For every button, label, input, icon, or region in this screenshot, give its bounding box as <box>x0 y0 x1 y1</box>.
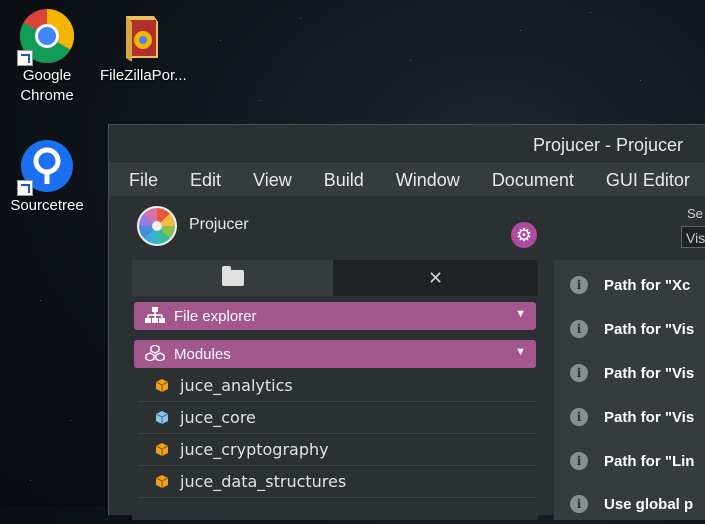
section-label: File explorer <box>174 307 257 325</box>
settings-row-label: Path for "Lin <box>604 452 695 470</box>
projucer-logo-icon <box>137 206 177 246</box>
folder-icon <box>221 266 244 286</box>
project-header: Projucer ⚙ Se Vis <box>109 196 705 256</box>
sourcetree-icon <box>17 138 75 196</box>
chrome-icon <box>17 8 75 66</box>
project-name: Projucer <box>189 216 249 233</box>
info-icon: i <box>570 452 588 470</box>
module-cube-icon <box>155 442 169 456</box>
menu-file[interactable]: File <box>109 170 174 191</box>
menu-edit[interactable]: Edit <box>174 170 237 191</box>
settings-row-label: Path for "Vis <box>604 320 695 338</box>
module-name: juce_cryptography <box>180 440 329 459</box>
desktop-icon-sourcetree[interactable]: Sourcetree <box>5 138 89 216</box>
list-item[interactable]: juce_core <box>138 402 536 434</box>
info-icon: i <box>570 495 588 513</box>
shortcut-arrow-icon <box>17 50 33 66</box>
exporter-selector[interactable]: Vis <box>681 226 705 248</box>
settings-row[interactable]: i Path for "Vis <box>554 309 705 349</box>
menu-gui-editor[interactable]: GUI Editor <box>590 170 705 191</box>
module-name: juce_data_structures <box>180 472 347 491</box>
project-settings-gear-icon[interactable]: ⚙ <box>511 222 537 248</box>
desktop-icon-label: Sourcetree <box>10 197 84 214</box>
desktop-icon-label: Google <box>22 67 72 84</box>
desktop-icon-label: FileZillaPor... <box>100 67 187 84</box>
module-cube-icon <box>155 410 169 424</box>
module-name: juce_analytics <box>180 376 293 395</box>
settings-row[interactable]: i Path for "Xc <box>554 265 705 305</box>
list-item[interactable]: juce_data_structures <box>138 466 536 498</box>
desktop-icon-filezilla[interactable]: FileZillaPor... <box>100 8 187 86</box>
global-paths-panel: i Path for "Xc i Path for "Vis i Path fo… <box>554 260 705 520</box>
chevron-down-icon: ▼ <box>515 308 526 320</box>
module-list: juce_analytics juce_core juce_cryptograp… <box>138 370 536 498</box>
tab-files[interactable] <box>132 260 333 296</box>
section-modules[interactable]: Modules ▼ <box>134 340 536 368</box>
list-item[interactable]: juce_cryptography <box>138 434 536 466</box>
settings-row[interactable]: i Use global p <box>554 484 705 524</box>
module-cube-icon <box>155 474 169 488</box>
shortcut-arrow-icon <box>17 180 33 196</box>
menu-build[interactable]: Build <box>308 170 380 191</box>
settings-row-label: Path for "Vis <box>604 364 695 382</box>
menu-document[interactable]: Document <box>476 170 590 191</box>
section-label: Modules <box>174 345 231 363</box>
settings-row[interactable]: i Path for "Vis <box>554 397 705 437</box>
desktop-icon-label: Chrome <box>20 87 74 104</box>
project-sidebar: ✕ File explorer ▼ Modules ▼ juce_analyti… <box>132 260 538 520</box>
module-name: juce_core <box>180 408 256 427</box>
chevron-down-icon: ▼ <box>515 346 526 358</box>
settings-row-label: Path for "Vis <box>604 408 695 426</box>
folder-chrome-icon <box>114 8 170 64</box>
exporter-selector-label: Se <box>687 206 703 221</box>
info-icon: i <box>570 364 588 382</box>
title-bar[interactable]: Projucer - Projucer <box>109 125 705 163</box>
window-title: Projucer - Projucer <box>533 135 684 155</box>
tools-icon: ✕ <box>427 267 444 288</box>
settings-row[interactable]: i Path for "Vis <box>554 353 705 393</box>
desktop-icon-google-chrome[interactable]: Google Chrome <box>5 8 89 106</box>
menu-bar: File Edit View Build Window Document GUI… <box>109 163 705 196</box>
info-icon: i <box>570 320 588 338</box>
menu-view[interactable]: View <box>237 170 308 191</box>
modules-icon <box>144 343 166 364</box>
module-cube-icon <box>155 378 169 392</box>
menu-window[interactable]: Window <box>380 170 476 191</box>
info-icon: i <box>570 408 588 426</box>
tab-tools[interactable]: ✕ <box>333 260 538 296</box>
section-file-explorer[interactable]: File explorer ▼ <box>134 302 536 330</box>
sidebar-tabs: ✕ <box>132 260 538 296</box>
settings-row-label: Path for "Xc <box>604 276 691 294</box>
settings-row-label: Use global p <box>604 495 694 513</box>
list-item[interactable]: juce_analytics <box>138 370 536 402</box>
settings-row[interactable]: i Path for "Lin <box>554 441 705 481</box>
hierarchy-icon <box>144 306 166 326</box>
info-icon: i <box>570 276 588 294</box>
